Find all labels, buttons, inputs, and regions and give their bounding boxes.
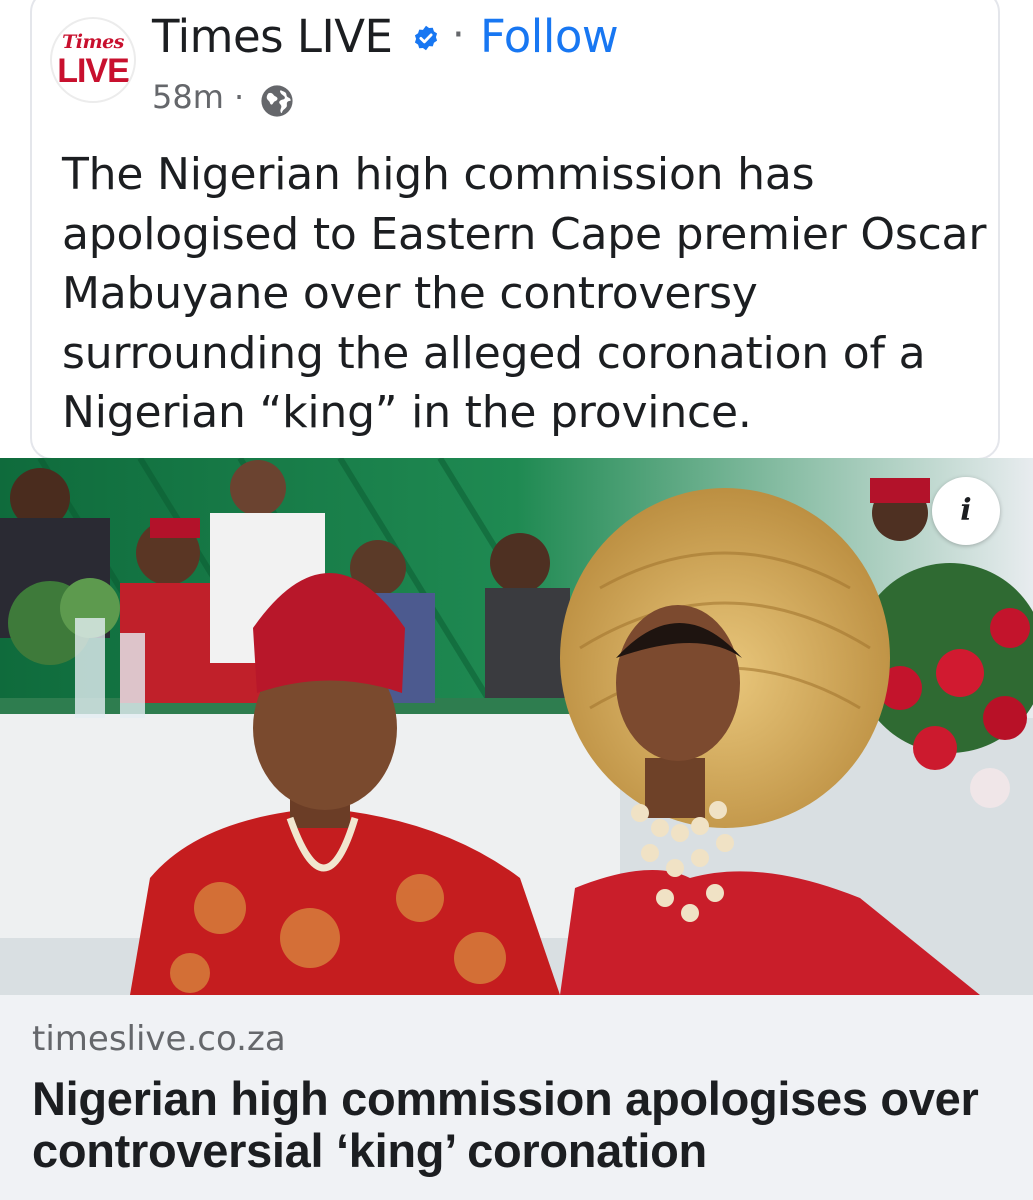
header-separator: · (452, 12, 465, 58)
coronation-photo (0, 458, 1033, 995)
logo-text-bottom: LIVE (57, 52, 130, 90)
follow-button[interactable]: Follow (480, 10, 619, 63)
page-avatar[interactable]: Times LIVE (50, 17, 136, 103)
meta-separator: · (234, 78, 245, 116)
globe-icon (261, 85, 293, 117)
info-icon[interactable]: i (932, 477, 1000, 545)
link-preview[interactable]: timeslive.co.za Nigerian high commission… (0, 995, 1033, 1200)
page-name[interactable]: Times LIVE (152, 10, 393, 63)
verified-badge-icon (414, 25, 438, 51)
post-photo[interactable] (0, 458, 1033, 995)
post-text: The Nigerian high commission has apologi… (62, 149, 987, 438)
link-headline[interactable]: Nigerian high commission apologises over… (32, 1073, 1012, 1177)
logo-text-top: Times (62, 31, 124, 53)
link-domain: timeslive.co.za (32, 1019, 286, 1059)
post-timestamp[interactable]: 58m (152, 78, 224, 116)
